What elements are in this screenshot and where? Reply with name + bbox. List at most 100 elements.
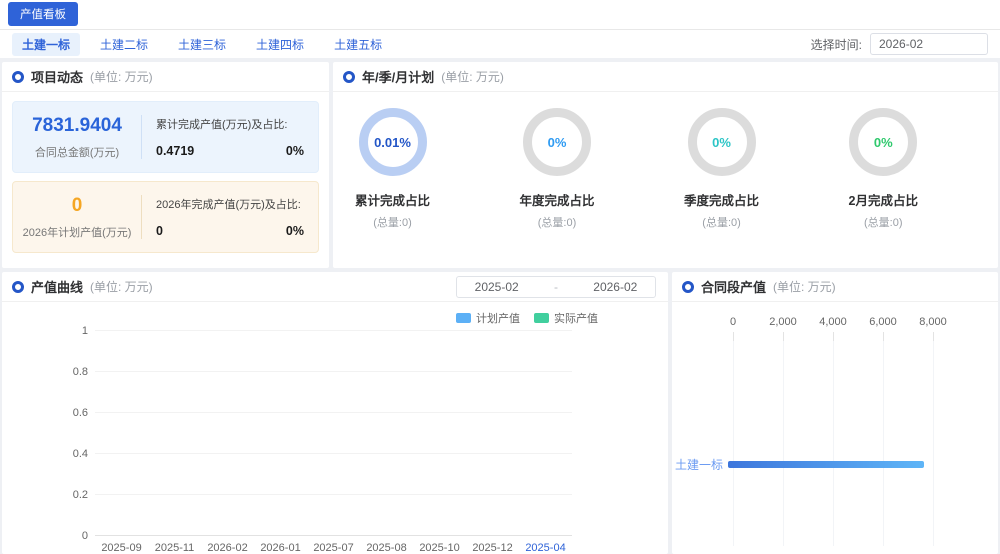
axis-tick-mark bbox=[883, 332, 884, 341]
x-axis-tick: 2025-09 bbox=[95, 542, 148, 554]
h-gridline bbox=[95, 371, 572, 372]
donut-percent: 0.01% bbox=[374, 135, 411, 150]
y-axis-tick: 1 bbox=[2, 325, 88, 337]
donut-ring: 0% bbox=[688, 108, 756, 176]
legend-actual-output[interactable]: 实际产值 bbox=[534, 310, 598, 326]
donut-subtotal: (总量:0) bbox=[702, 214, 741, 230]
panel-unit: (单位: 万元) bbox=[90, 68, 153, 85]
x-axis-labels: 2025-09 2025-11 2026-02 2026-01 2025-07 … bbox=[95, 542, 572, 554]
panel-curve-header: 产值曲线 (单位: 万元) 2025-02 - 2026-02 bbox=[2, 272, 668, 302]
yearly-plan-value: 0 bbox=[13, 195, 141, 217]
radio-bullet-icon bbox=[12, 281, 24, 293]
h-gridline bbox=[95, 453, 572, 454]
bar-category-label: 土建一标 bbox=[672, 456, 728, 473]
section-tab-1[interactable]: 土建一标 bbox=[12, 33, 80, 56]
v-gridline bbox=[833, 341, 834, 546]
panel-title: 合同段产值 bbox=[701, 277, 766, 296]
section-tab-4[interactable]: 土建四标 bbox=[246, 33, 314, 56]
panel-plan-header: 年/季/月计划 (单位: 万元) bbox=[333, 62, 998, 92]
yearly-plan-caption: 2026年计划产值(万元) bbox=[13, 224, 141, 240]
cumulative-detail-percent: 0% bbox=[286, 144, 304, 158]
range-end[interactable]: 2026-02 bbox=[593, 280, 637, 294]
donut-percent: 0% bbox=[712, 135, 731, 150]
bar-row: 土建一标 bbox=[672, 457, 998, 471]
donut-quarter: 0% 季度完成占比 (总量:0) bbox=[684, 108, 759, 230]
panel-output-curve: 产值曲线 (单位: 万元) 2025-02 - 2026-02 计划产值 实际产… bbox=[2, 272, 668, 554]
line-chart-plot: 1 0.8 0.6 0.4 0.2 0 2025-09 2025-11 2026… bbox=[2, 330, 668, 554]
yearly-plan-card: 0 2026年计划产值(万元) 2026年完成产值(万元)及占比: 0 0% bbox=[12, 181, 319, 253]
donut-percent: 0% bbox=[874, 135, 893, 150]
h-gridline bbox=[95, 412, 572, 413]
x-axis-tick: 2025-08 bbox=[360, 542, 413, 554]
contract-total-caption: 合同总金额(万元) bbox=[13, 144, 141, 160]
donut-label: 年度完成占比 bbox=[520, 190, 595, 209]
h-gridline bbox=[95, 330, 572, 331]
v-gridline bbox=[733, 341, 734, 546]
date-input-box[interactable] bbox=[870, 33, 988, 55]
x-axis-tick: 2025-07 bbox=[307, 542, 360, 554]
x-axis-tick: 6,000 bbox=[861, 316, 905, 328]
v-gridline bbox=[933, 341, 934, 546]
panel-unit: (单位: 万元) bbox=[773, 278, 836, 295]
donut-subtotal: (总量:0) bbox=[538, 214, 577, 230]
legend-swatch-blue bbox=[456, 313, 471, 323]
donut-ring: 0.01% bbox=[359, 108, 427, 176]
main-tab-output-dashboard[interactable]: 产值看板 bbox=[8, 2, 78, 26]
x-axis-line bbox=[95, 535, 572, 536]
x-axis-tick: 8,000 bbox=[911, 316, 955, 328]
panel-title: 项目动态 bbox=[31, 67, 83, 86]
x-axis-tick: 2026-01 bbox=[254, 542, 307, 554]
panel-unit: (单位: 万元) bbox=[441, 68, 504, 85]
date-input[interactable] bbox=[879, 37, 1000, 51]
donut-cumulative: 0.01% 累计完成占比 (总量:0) bbox=[355, 108, 430, 230]
y-axis-tick: 0.4 bbox=[2, 448, 88, 460]
y-axis-tick: 0.8 bbox=[2, 366, 88, 378]
y-axis-tick: 0.6 bbox=[2, 407, 88, 419]
top-tab-bar: 产值看板 bbox=[0, 0, 1000, 30]
x-axis-tick-highlighted: 2025-04 bbox=[519, 542, 572, 554]
range-start[interactable]: 2025-02 bbox=[475, 280, 519, 294]
x-axis-tick: 4,000 bbox=[811, 316, 855, 328]
date-picker-label: 选择时间: bbox=[811, 36, 862, 53]
panel-project-dynamic: 项目动态 (单位: 万元) 7831.9404 合同总金额(万元) 累计完成产值… bbox=[2, 62, 329, 268]
v-gridline bbox=[883, 341, 884, 546]
y-axis-tick: 0 bbox=[2, 530, 88, 542]
section-tabs: 土建一标 土建二标 土建三标 土建四标 土建五标 bbox=[12, 33, 392, 56]
panel-unit: (单位: 万元) bbox=[90, 278, 153, 295]
donut-subtotal: (总量:0) bbox=[373, 214, 412, 230]
date-picker: 选择时间: bbox=[811, 33, 988, 55]
yearly-detail-title: 2026年完成产值(万元)及占比: bbox=[156, 196, 304, 212]
radio-bullet-icon bbox=[12, 71, 24, 83]
panel-title: 产值曲线 bbox=[31, 277, 83, 296]
section-tab-2[interactable]: 土建二标 bbox=[90, 33, 158, 56]
axis-tick-mark bbox=[783, 332, 784, 341]
section-bar: 土建一标 土建二标 土建三标 土建四标 土建五标 选择时间: bbox=[0, 30, 1000, 58]
donut-ring: 0% bbox=[523, 108, 591, 176]
donut-label: 累计完成占比 bbox=[355, 190, 430, 209]
x-axis-tick: 0 bbox=[711, 316, 755, 328]
panel-title: 年/季/月计划 bbox=[362, 67, 434, 86]
panel-contract-header: 合同段产值 (单位: 万元) bbox=[672, 272, 998, 302]
section-tab-3[interactable]: 土建三标 bbox=[168, 33, 236, 56]
yearly-detail-percent: 0% bbox=[286, 224, 304, 238]
v-gridline bbox=[783, 341, 784, 546]
panel-project-header: 项目动态 (单位: 万元) bbox=[2, 62, 329, 92]
panel-contract-output: 合同段产值 (单位: 万元) 0 2,000 4,000 6,000 8,000 bbox=[672, 272, 998, 554]
axis-tick-mark bbox=[933, 332, 934, 341]
donut-label: 季度完成占比 bbox=[684, 190, 759, 209]
date-range-picker[interactable]: 2025-02 - 2026-02 bbox=[456, 276, 656, 298]
x-axis-tick: 2025-12 bbox=[466, 542, 519, 554]
yearly-detail-value: 0 bbox=[156, 224, 163, 238]
donut-percent: 0% bbox=[548, 135, 567, 150]
legend-swatch-green bbox=[534, 313, 549, 323]
section-tab-5[interactable]: 土建五标 bbox=[324, 33, 392, 56]
donut-ring: 0% bbox=[849, 108, 917, 176]
axis-tick-mark bbox=[733, 332, 734, 341]
y-axis-tick: 0.2 bbox=[2, 489, 88, 501]
h-gridline bbox=[95, 494, 572, 495]
x-axis-tick: 2025-10 bbox=[413, 542, 466, 554]
legend-planned-output[interactable]: 计划产值 bbox=[456, 310, 520, 326]
chart-legend: 计划产值 实际产值 bbox=[2, 302, 668, 326]
contract-total-value: 7831.9404 bbox=[13, 115, 141, 137]
panel-plan: 年/季/月计划 (单位: 万元) 0.01% 累计完成占比 (总量:0) 0% … bbox=[333, 62, 998, 268]
